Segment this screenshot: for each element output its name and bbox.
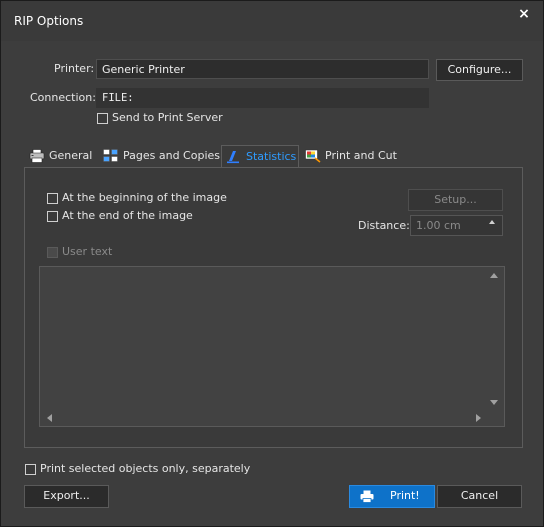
printer-field[interactable]: Generic Printer xyxy=(96,59,429,79)
statistics-icon xyxy=(227,151,239,164)
spin-up-icon[interactable] xyxy=(489,220,495,224)
tab-general[interactable]: General xyxy=(25,145,95,167)
user-text-area[interactable] xyxy=(39,266,505,427)
distance-label: Distance: xyxy=(358,219,410,232)
scroll-right-icon[interactable] xyxy=(476,414,481,422)
configure-button[interactable]: Configure... xyxy=(436,59,523,81)
export-button[interactable]: Export... xyxy=(24,485,109,508)
end-of-image-checkbox[interactable] xyxy=(47,211,58,222)
print-and-cut-icon xyxy=(305,149,321,163)
connection-label: Connection: xyxy=(30,91,96,104)
connection-field: FILE: xyxy=(96,88,429,108)
tab-general-label: General xyxy=(49,149,93,162)
user-text-checkbox[interactable] xyxy=(47,247,58,258)
printer-label: Printer: xyxy=(54,62,95,75)
printer-icon xyxy=(360,490,374,503)
printer-value: Generic Printer xyxy=(102,63,185,76)
beginning-of-image-label[interactable]: At the beginning of the image xyxy=(62,191,227,204)
dialog-title: RIP Options xyxy=(14,14,84,28)
distance-spinbox[interactable]: 1.00 cm xyxy=(410,215,503,236)
scroll-up-icon[interactable] xyxy=(490,273,498,278)
print-button-label: Print! xyxy=(390,489,420,502)
connection-value: FILE: xyxy=(102,92,134,104)
setup-button[interactable]: Setup... xyxy=(408,189,503,211)
tab-pages-and-copies-label: Pages and Copies xyxy=(123,149,220,162)
print-selected-checkbox[interactable] xyxy=(25,464,36,475)
title-bar[interactable]: RIP Options × xyxy=(1,1,543,41)
tab-statistics[interactable]: Statistics xyxy=(221,145,299,167)
scroll-down-icon[interactable] xyxy=(490,400,498,405)
distance-value: 1.00 cm xyxy=(416,219,461,232)
tab-print-and-cut[interactable]: Print and Cut xyxy=(301,145,399,167)
close-icon[interactable]: × xyxy=(517,7,531,21)
cancel-button[interactable]: Cancel xyxy=(437,485,522,508)
end-of-image-label[interactable]: At the end of the image xyxy=(62,209,193,222)
print-selected-label[interactable]: Print selected objects only, separately xyxy=(40,462,250,475)
pages-grid-icon xyxy=(103,149,118,162)
user-text-label[interactable]: User text xyxy=(62,245,112,258)
beginning-of-image-checkbox[interactable] xyxy=(47,193,58,204)
tab-print-and-cut-label: Print and Cut xyxy=(325,149,397,162)
rip-options-dialog: RIP Options × Printer: Generic Printer C… xyxy=(0,0,544,527)
tab-pages-and-copies[interactable]: Pages and Copies xyxy=(99,145,220,167)
printer-icon xyxy=(29,149,45,163)
send-to-print-server-label[interactable]: Send to Print Server xyxy=(112,111,223,124)
tab-statistics-label: Statistics xyxy=(246,150,297,163)
print-button[interactable]: Print! xyxy=(349,485,435,508)
send-to-print-server-checkbox[interactable] xyxy=(97,113,108,124)
scroll-left-icon[interactable] xyxy=(47,414,52,422)
